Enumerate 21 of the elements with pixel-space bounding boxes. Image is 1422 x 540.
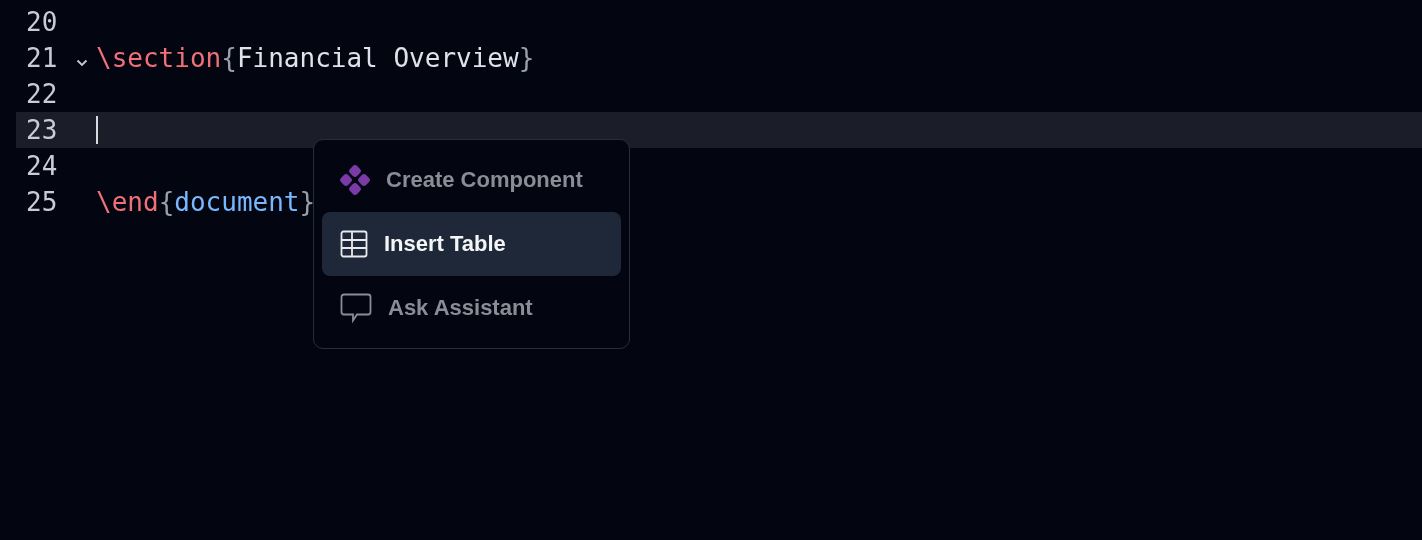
table-icon [340, 230, 368, 258]
brace-text: } [299, 187, 316, 217]
speech-bubble-icon [340, 293, 372, 323]
brace-text: { [221, 43, 237, 73]
brace-text: } [518, 43, 535, 73]
argument-text: document [174, 187, 300, 217]
line-number: 24 [25, 151, 59, 181]
menu-item[interactable]: Create Component [322, 148, 621, 212]
line-number: 25 [25, 187, 59, 217]
diamond-cluster-icon [340, 165, 370, 195]
command-text: \end [96, 187, 159, 217]
line-number: 20 [25, 7, 59, 37]
line-number: 21 [25, 43, 59, 73]
fold-chevron-icon[interactable] [76, 59, 88, 67]
command-text: \section [96, 43, 222, 73]
line-number: 22 [25, 79, 59, 109]
menu-item[interactable]: Ask Assistant [322, 276, 621, 340]
title-text: Financial Overview [236, 43, 519, 73]
brace-text: { [158, 187, 175, 217]
line-number: 23 [25, 115, 59, 145]
menu-item[interactable]: Insert Table [322, 212, 621, 276]
